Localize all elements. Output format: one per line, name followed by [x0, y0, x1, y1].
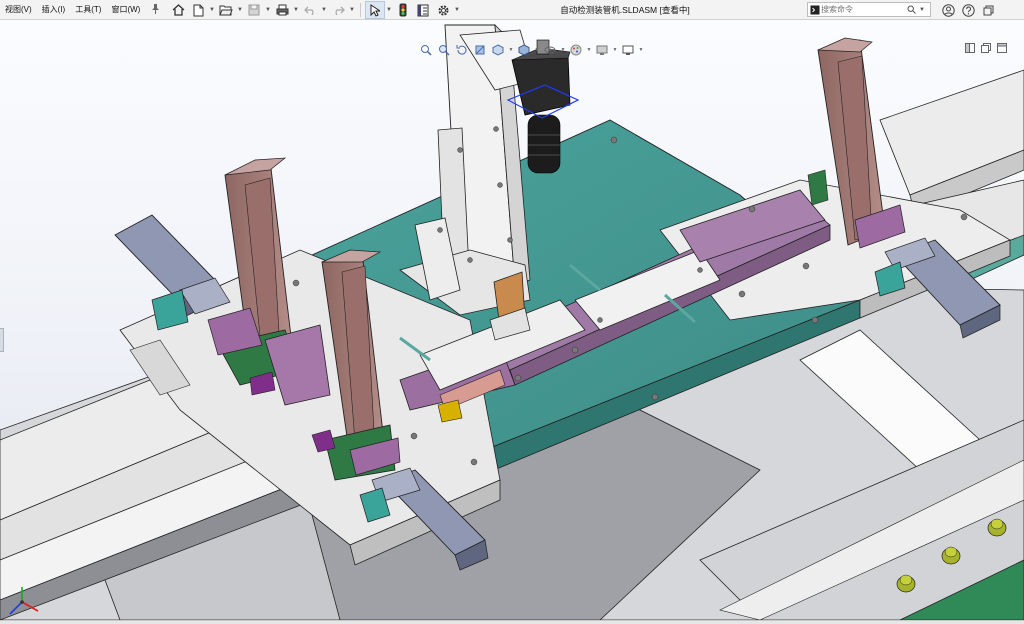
zoom-area-icon[interactable] [436, 42, 452, 58]
zoom-to-fit-icon[interactable] [418, 42, 434, 58]
restore-window-icon[interactable] [980, 42, 992, 54]
hide-show-items-icon[interactable] [542, 42, 558, 58]
menu-bar: 视图(V) 插入(I) 工具(T) 窗口(W) [0, 0, 166, 20]
help-icon[interactable] [958, 0, 978, 20]
chevron-down-icon[interactable]: ▼ [560, 47, 566, 53]
menu-window[interactable]: 窗口(W) [106, 0, 145, 20]
home-icon[interactable] [168, 1, 188, 19]
new-document-icon[interactable] [188, 1, 208, 19]
camera-body [511, 54, 571, 116]
chevron-down-icon[interactable]: ▼ [453, 1, 461, 19]
restore-window-icon[interactable] [978, 0, 998, 20]
edit-appearance-icon[interactable] [568, 42, 584, 58]
search-input[interactable] [821, 3, 907, 16]
title-bar: 视图(V) 插入(I) 工具(T) 窗口(W) ▼ ▼ ▼ ▼ ▼ ▼ ▼ ▼ … [0, 0, 1024, 20]
search-icon[interactable] [907, 5, 919, 14]
redo-icon[interactable] [328, 1, 348, 19]
display-style-icon[interactable] [516, 42, 532, 58]
column-right-green [807, 169, 829, 206]
new-window-icon[interactable] [996, 42, 1008, 54]
chevron-down-icon[interactable]: ▼ [320, 1, 328, 19]
chevron-down-icon[interactable]: ▼ [586, 47, 592, 53]
graphics-area[interactable]: ▼ ▼ ▼ ▼ ▼ ▼ [0, 20, 1024, 620]
split-view-icon[interactable] [964, 42, 976, 54]
save-icon[interactable] [244, 1, 264, 19]
account-icon[interactable] [938, 0, 958, 20]
print-icon[interactable] [272, 1, 292, 19]
feature-manager-collapse-handle[interactable] [0, 328, 4, 352]
file-properties-icon[interactable] [413, 1, 433, 19]
chevron-down-icon[interactable]: ▼ [236, 1, 244, 19]
chevron-down-icon[interactable]: ▼ [508, 47, 514, 53]
viewport-window-controls [964, 42, 1008, 54]
chevron-down-icon[interactable]: ▼ [264, 1, 272, 19]
document-title: 自动检测装管机.SLDASM [查看中] [560, 5, 690, 15]
heads-up-view-toolbar: ▼ ▼ ▼ ▼ ▼ ▼ [418, 42, 644, 58]
menu-view[interactable]: 视图(V) [0, 0, 37, 20]
status-bar [0, 620, 1024, 624]
title-right-icons [938, 0, 998, 20]
main-toolbar: ▼ ▼ ▼ ▼ ▼ ▼ ▼ ▼ [168, 0, 461, 20]
select-pointer-icon[interactable] [365, 1, 385, 19]
undo-icon[interactable] [300, 1, 320, 19]
chevron-down-icon[interactable]: ▼ [919, 7, 927, 13]
view-settings-icon[interactable] [620, 42, 636, 58]
options-gear-icon[interactable] [433, 1, 453, 19]
assembly-model[interactable] [0, 20, 1024, 620]
toolbar-separator [360, 3, 361, 17]
menu-tools[interactable]: 工具(T) [70, 0, 106, 20]
chevron-down-icon[interactable]: ▼ [638, 47, 644, 53]
chevron-down-icon[interactable]: ▼ [348, 1, 356, 19]
pin-icon[interactable] [145, 4, 166, 16]
chevron-down-icon[interactable]: ▼ [612, 47, 618, 53]
previous-view-icon[interactable] [454, 42, 470, 58]
column-right-top [817, 37, 873, 53]
chevron-down-icon[interactable]: ▼ [385, 1, 393, 19]
chevron-down-icon[interactable]: ▼ [292, 1, 300, 19]
command-prompt-icon [808, 3, 821, 16]
traffic-light-icon[interactable] [393, 1, 413, 19]
view-orientation-icon[interactable] [490, 42, 506, 58]
apply-scene-icon[interactable] [594, 42, 610, 58]
chevron-down-icon[interactable]: ▼ [534, 47, 540, 53]
open-icon[interactable] [216, 1, 236, 19]
chevron-down-icon[interactable]: ▼ [208, 1, 216, 19]
search-box[interactable]: ▼ [807, 2, 931, 17]
camera-lens [527, 114, 561, 174]
reference-triad-icon [9, 587, 39, 615]
menu-insert[interactable]: 插入(I) [37, 0, 71, 20]
section-view-icon[interactable] [472, 42, 488, 58]
